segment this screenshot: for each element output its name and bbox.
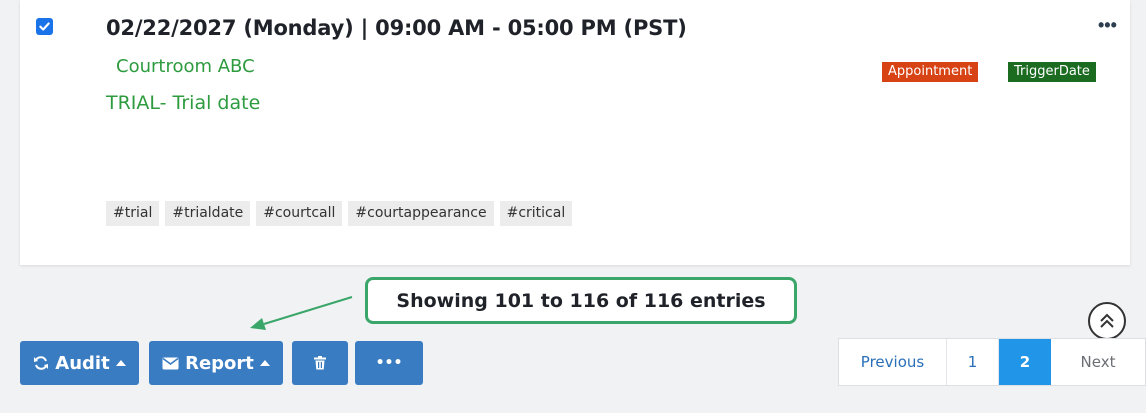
pagination-next[interactable]: Next xyxy=(1051,339,1145,385)
delete-button[interactable] xyxy=(292,341,348,385)
tag-item[interactable]: #courtappearance xyxy=(348,201,494,226)
more-actions-button[interactable]: ••• xyxy=(355,341,423,385)
caret-up-icon xyxy=(259,360,270,366)
entries-info-callout: Showing 101 to 116 of 116 entries xyxy=(365,277,797,324)
event-location: Courtroom ABC xyxy=(116,56,255,77)
event-select-checkbox[interactable] xyxy=(36,18,53,35)
pagination-page-1[interactable]: 1 xyxy=(947,339,999,385)
tag-item[interactable]: #critical xyxy=(499,201,573,226)
entries-info-text: Showing 101 to 116 of 116 entries xyxy=(396,289,766,312)
audit-label: Audit xyxy=(55,352,110,374)
tag-item[interactable]: #courtcall xyxy=(256,201,343,226)
trigger-date-badge: TriggerDate xyxy=(1008,62,1096,82)
pagination: Previous 1 2 Next xyxy=(838,338,1146,386)
event-title[interactable]: TRIAL- Trial date xyxy=(106,92,260,114)
envelope-icon xyxy=(162,357,179,369)
caret-up-icon xyxy=(115,360,126,366)
pagination-page-2-active[interactable]: 2 xyxy=(999,339,1051,385)
checkmark-icon xyxy=(39,22,50,31)
tag-list: #trial #trialdate #courtcall #courtappea… xyxy=(106,201,573,226)
double-chevron-up-icon xyxy=(1100,313,1114,328)
trash-icon xyxy=(314,356,326,370)
refresh-icon xyxy=(34,356,49,370)
pagination-previous[interactable]: Previous xyxy=(839,339,947,385)
report-button[interactable]: Report xyxy=(149,341,283,385)
audit-button[interactable]: Audit xyxy=(20,341,139,385)
more-options-icon[interactable]: ••• xyxy=(1098,16,1117,34)
event-date-time: 02/22/2027 (Monday) | 09:00 AM - 05:00 P… xyxy=(106,16,687,40)
report-label: Report xyxy=(185,352,254,374)
tag-item[interactable]: #trial xyxy=(106,201,160,226)
ellipsis-icon: ••• xyxy=(375,355,403,371)
tag-item[interactable]: #trialdate xyxy=(165,201,251,226)
scroll-to-top-button[interactable] xyxy=(1088,302,1126,340)
appointment-badge: Appointment xyxy=(882,62,979,82)
